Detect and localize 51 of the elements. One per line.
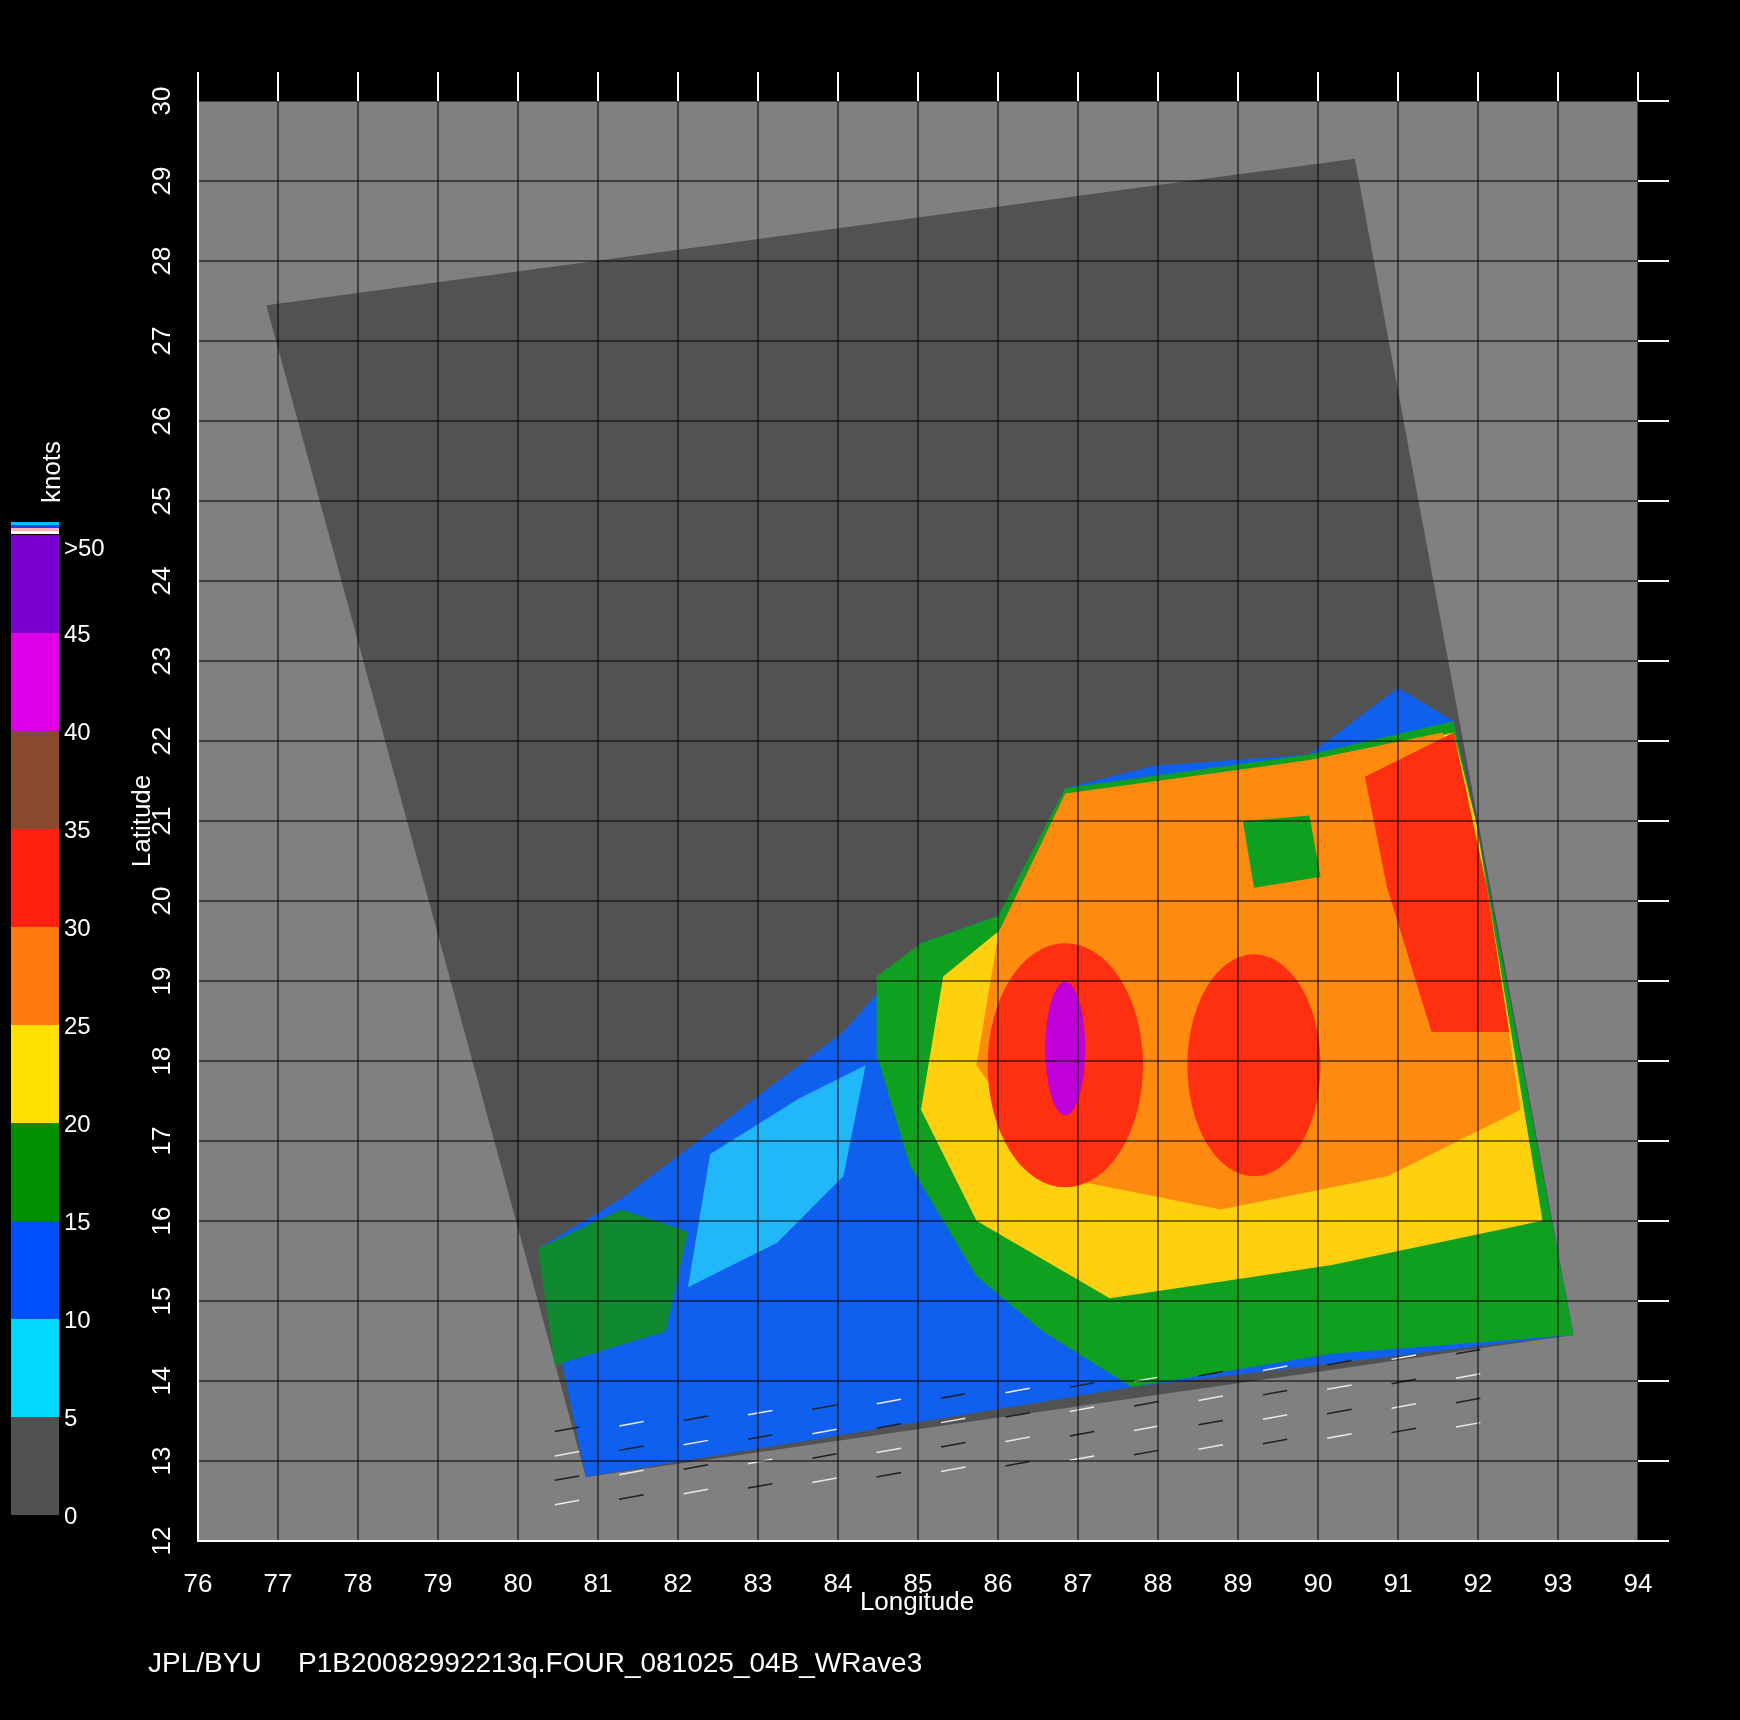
- y-tick-label: 17: [146, 1126, 176, 1156]
- y-tick-label: 18: [146, 1046, 176, 1076]
- y-tick-label: 19: [146, 966, 176, 996]
- y-tick-label: 26: [146, 406, 176, 436]
- x-tick-label: 83: [743, 1568, 773, 1598]
- colorbar-label: 5: [64, 1404, 78, 1431]
- colorbar-label: 30: [64, 914, 91, 941]
- y-tick-label: 13: [146, 1446, 176, 1476]
- y-tick-label: 23: [146, 646, 176, 676]
- y-tick-label: 20: [146, 886, 176, 916]
- x-tick-label: 79: [423, 1568, 453, 1598]
- y-tick-label: 15: [146, 1286, 176, 1316]
- y-tick-label: 22: [146, 726, 176, 756]
- colorbar-label: 15: [64, 1208, 91, 1235]
- x-tick-label: 81: [583, 1568, 613, 1598]
- x-tick-label: 90: [1303, 1568, 1333, 1598]
- x-tick-label: 93: [1543, 1568, 1573, 1598]
- x-tick-label: 88: [1143, 1568, 1173, 1598]
- y-tick-label: 29: [146, 166, 176, 196]
- colorbar-label: 20: [64, 1110, 91, 1137]
- colorbar-label: 25: [64, 1012, 91, 1039]
- colorbar-top-strip: [11, 522, 59, 534]
- x-tick-label: 94: [1623, 1568, 1653, 1598]
- y-tick-label: 14: [146, 1366, 176, 1396]
- x-tick-label: 86: [983, 1568, 1013, 1598]
- y-tick-label: 30: [146, 86, 176, 116]
- y-tick-label: 16: [146, 1206, 176, 1236]
- colorbar-label: >50: [64, 534, 105, 561]
- colorbar-label: 45: [64, 620, 91, 647]
- colorbar-label: 35: [64, 816, 91, 843]
- x-tick-label: 84: [823, 1568, 853, 1598]
- y-tick-label: 24: [146, 566, 176, 596]
- colorbar-label: 10: [64, 1306, 91, 1333]
- colorbar-label: 40: [64, 718, 91, 745]
- x-tick-label: 76: [183, 1568, 213, 1598]
- y-tick-label: 28: [146, 246, 176, 276]
- x-tick-label: 80: [503, 1568, 533, 1598]
- x-tick-label: 91: [1383, 1568, 1413, 1598]
- x-tick-label: 82: [663, 1568, 693, 1598]
- y-tick-label: 27: [146, 326, 176, 356]
- x-tick-label: 89: [1223, 1568, 1253, 1598]
- colorbar-unit-label: knots: [36, 440, 66, 504]
- x-tick-label: 92: [1463, 1568, 1493, 1598]
- x-tick-label: 78: [343, 1568, 373, 1598]
- colorbar-label: 0: [64, 1502, 78, 1529]
- caption-source: JPL/BYU: [148, 1647, 262, 1678]
- y-tick-label: 25: [146, 486, 176, 516]
- x-tick-label: 87: [1063, 1568, 1093, 1598]
- caption-filename: P1B20082992213q.FOUR_081025_04B_WRave3: [298, 1647, 923, 1678]
- y-tick-label: 12: [146, 1526, 176, 1556]
- x-tick-label: 77: [263, 1568, 293, 1598]
